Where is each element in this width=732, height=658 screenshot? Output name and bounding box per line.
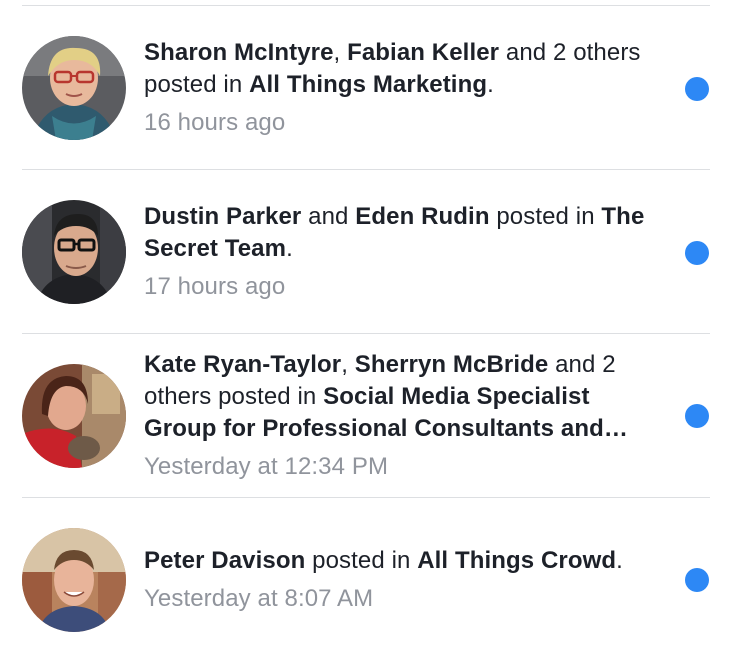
timestamp: 17 hours ago [144, 273, 286, 300]
avatar-image [22, 364, 126, 468]
actor-name[interactable]: Peter Davison [144, 547, 305, 574]
group-name[interactable]: All Things Crowd [417, 547, 616, 574]
actor-name[interactable]: Kate Ryan-Taylor [144, 351, 341, 378]
notification-text: Kate Ryan-Taylor, Sherryn McBride and 2 … [144, 349, 664, 483]
notification-item[interactable]: Kate Ryan-Taylor, Sherryn McBride and 2 … [0, 334, 732, 497]
end-punctuation: . [487, 71, 494, 98]
separator-text: and [301, 203, 356, 230]
avatar-image [22, 36, 126, 140]
actor-name[interactable]: Sherryn McBride [355, 351, 549, 378]
separator-text: , [333, 39, 348, 66]
timestamp: Yesterday at 8:07 AM [144, 585, 374, 612]
unread-dot-icon [685, 568, 709, 592]
notification-item[interactable]: Sharon McIntyre, Fabian Keller and 2 oth… [0, 6, 732, 169]
end-punctuation: . [616, 547, 623, 574]
timestamp: Yesterday at 12:34 PM [144, 453, 389, 480]
actor-name[interactable]: Eden Rudin [355, 203, 489, 230]
avatar-image [22, 528, 126, 632]
action-text: posted in [489, 203, 602, 230]
avatar[interactable] [22, 364, 126, 468]
unread-dot-icon [685, 404, 709, 428]
timestamp: 16 hours ago [144, 109, 286, 136]
actor-name[interactable]: Sharon McIntyre [144, 39, 334, 66]
notification-item[interactable]: Peter Davison posted in All Things Crowd… [0, 498, 732, 658]
avatar-image [22, 200, 126, 304]
notification-text: Sharon McIntyre, Fabian Keller and 2 oth… [144, 37, 664, 139]
group-name[interactable]: All Things Marketing [249, 71, 487, 98]
unread-dot-icon [685, 241, 709, 265]
actor-name[interactable]: Fabian Keller [347, 39, 499, 66]
notification-text: Dustin Parker and Eden Rudin posted in T… [144, 201, 664, 303]
separator-text: , [341, 351, 355, 378]
actor-name[interactable]: Dustin Parker [144, 203, 301, 230]
end-punctuation: . [286, 235, 293, 262]
avatar[interactable] [22, 200, 126, 304]
avatar[interactable] [22, 528, 126, 632]
notification-item[interactable]: Dustin Parker and Eden Rudin posted in T… [0, 170, 732, 333]
unread-dot-icon [685, 77, 709, 101]
notification-text: Peter Davison posted in All Things Crowd… [144, 545, 664, 615]
action-text: posted in [305, 547, 418, 574]
avatar[interactable] [22, 36, 126, 140]
